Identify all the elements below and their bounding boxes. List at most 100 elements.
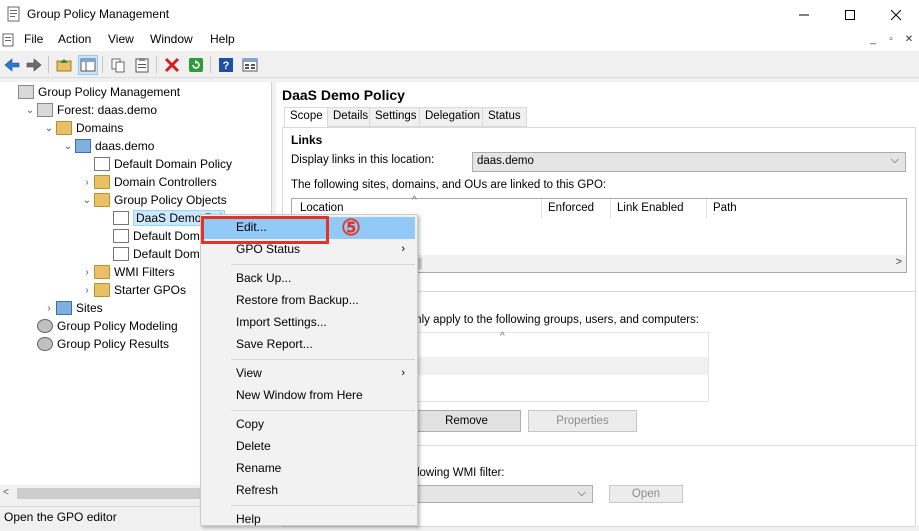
tree-item[interactable]: › WMI Filters [0,263,175,281]
forward-arrow-icon[interactable] [24,55,44,75]
linked-description: The following sites, domains, and OUs ar… [291,179,607,191]
modeling-icon [37,319,53,333]
tree-item[interactable]: ⌄ Group Policy Objects [0,191,227,209]
menu-item-restore-from-backup[interactable]: Restore from Backup... [203,290,415,312]
folder-icon [94,193,110,207]
tree-item-label: Group Policy Modeling [57,319,178,333]
wmi-filter-text: ollowing WMI filter: [408,467,505,479]
back-arrow-icon[interactable] [2,55,22,75]
scroll-left-icon[interactable]: < [3,487,9,498]
tree-item-label: Default Domain Policy [114,157,233,171]
maximize-icon[interactable] [827,0,873,29]
tab-scope[interactable]: Scope [284,107,329,128]
chevron-right-icon[interactable]: › [42,303,56,314]
menu-item-label: View [236,366,262,380]
links-heading: Links [291,133,323,147]
chevron-right-icon[interactable]: › [80,177,94,188]
tab-details[interactable]: Details [327,107,375,127]
paste-icon[interactable] [132,55,152,75]
location-dropdown[interactable]: daas.demo ⌵ [472,152,906,172]
menu-item-rename[interactable]: Rename [203,458,415,480]
menu-item-refresh[interactable]: Refresh [203,480,415,502]
tree-item[interactable]: Default Domain Policy [0,155,232,173]
wmi-filter-dropdown[interactable]: ⌵ [409,485,593,503]
tree-item[interactable]: › Domain Controllers [0,173,217,191]
chevron-right-icon[interactable]: › [80,285,94,296]
tab-delegation[interactable]: Delegation [419,107,486,127]
menu-item-delete[interactable]: Delete [203,436,415,458]
tree-item[interactable]: ⌄ daas.demo [0,137,154,155]
edit-highlight-box [201,216,329,244]
minimize-icon[interactable] [781,0,827,29]
chevron-down-icon[interactable]: ⌄ [80,195,94,206]
refresh-icon[interactable] [186,55,206,75]
show-hide-tree-icon[interactable] [78,55,98,75]
tree-item-label: Group Policy Results [57,337,170,351]
domain-icon [75,139,91,153]
folder-icon [56,121,72,135]
column-link-enabled[interactable]: Link Enabled [617,202,684,214]
mdi-minimize-icon[interactable]: _ [866,33,880,47]
toolbar-separator [48,56,49,73]
menu-bar: File Action View Window Help _ ▫ ✕ [0,29,919,51]
column-separator [610,199,611,219]
forest-icon [37,103,53,117]
menu-view[interactable]: View [104,32,138,46]
menu-file[interactable]: File [20,32,47,46]
menu-window[interactable]: Window [146,32,197,46]
help-icon[interactable]: ? [216,55,236,75]
menu-action[interactable]: Action [54,32,95,46]
properties-button[interactable]: Properties [528,410,637,432]
menu-item-label: Rename [236,461,282,475]
close-icon[interactable] [873,0,919,29]
menu-item-new-window-from-here[interactable]: New Window from Here [203,385,415,407]
menu-item-label: Back Up... [236,271,292,285]
tree-item[interactable]: Group Policy Management [0,83,180,101]
chevron-down-icon[interactable]: ⌄ [23,105,37,116]
tab-status[interactable]: Status [482,107,527,127]
menu-item-save-report[interactable]: Save Report... [203,334,415,356]
tree-item[interactable]: Group Policy Results [0,335,169,353]
menu-item-label: New Window from Here [236,388,363,402]
menu-item-help[interactable]: Help [203,509,415,531]
chevron-down-icon: ⌵ [890,154,899,166]
column-path[interactable]: Path [713,202,737,214]
delete-icon[interactable] [162,55,182,75]
tree-item[interactable]: Default Domain [0,245,216,263]
chevron-down-icon[interactable]: ⌄ [61,141,75,152]
gpo-link-icon [94,157,110,171]
menu-item-copy[interactable]: Copy [203,414,415,436]
copy-icon[interactable] [108,55,128,75]
tree-item[interactable]: ⌄ Domains [0,119,123,137]
mdi-close-icon[interactable]: ✕ [902,33,916,47]
menu-item-back-up[interactable]: Back Up... [203,268,415,290]
tree-item-label: Domains [76,121,124,135]
window-title: Group Policy Management [27,7,170,21]
tree-item-label: Group Policy Objects [114,193,227,207]
folder-icon [94,265,110,279]
chevron-right-icon[interactable]: › [80,267,94,278]
chevron-down-icon[interactable]: ⌄ [42,123,56,134]
tree-item[interactable]: ⌄ Forest: daas.demo [0,101,157,119]
tree-item[interactable]: DaaS Demo Pol [0,209,226,227]
toolbar-separator [102,56,103,73]
tree-item[interactable]: Default Domain [0,227,216,245]
properties-icon[interactable] [240,55,260,75]
scrollbar-thumb[interactable] [17,488,217,499]
mdi-child-icon[interactable] [2,33,16,47]
tab-settings[interactable]: Settings [369,107,423,127]
gpo-icon [113,247,129,261]
column-enforced[interactable]: Enforced [548,202,594,214]
up-folder-icon[interactable] [54,55,74,75]
toolbar: ? [0,51,919,78]
menu-help[interactable]: Help [206,32,239,46]
menu-item-view[interactable]: View › [203,363,415,385]
tree-item[interactable]: Group Policy Modeling [0,317,178,335]
menu-item-import-settings[interactable]: Import Settings... [203,312,415,334]
open-button[interactable]: Open [609,485,683,503]
scroll-right-icon[interactable]: > [896,256,902,268]
remove-button[interactable]: Remove [412,410,521,432]
tree-item[interactable]: › Starter GPOs [0,281,186,299]
tree-item[interactable]: › Sites [0,299,103,317]
mdi-restore-icon[interactable]: ▫ [884,33,898,47]
